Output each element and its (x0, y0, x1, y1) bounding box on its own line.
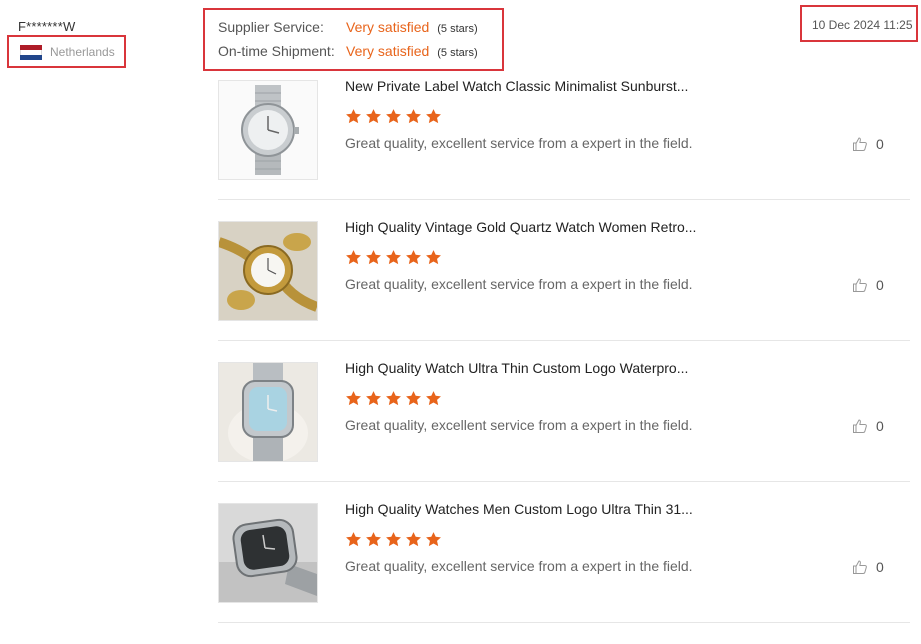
star-icon (406, 532, 421, 547)
product-review-row: High Quality Watch Ultra Thin Custom Log… (218, 360, 910, 503)
supplier-service-rating: Supplier Service: Very satisfied (5 stars) (218, 19, 478, 35)
reviewer-country: Netherlands (7, 35, 126, 68)
star-rating (345, 531, 442, 549)
product-title-link[interactable]: New Private Label Watch Classic Minimali… (345, 78, 688, 94)
star-icon (406, 250, 421, 265)
star-icon (426, 250, 441, 265)
star-icon (386, 250, 401, 265)
product-review-row: New Private Label Watch Classic Minimali… (218, 78, 910, 221)
rating-stars-text: (5 stars) (437, 23, 478, 35)
product-review-row: High Quality Watches Men Custom Logo Ult… (218, 501, 910, 644)
star-icon (386, 532, 401, 547)
star-icon (366, 109, 381, 124)
helpful-like-button[interactable]: 0 (852, 558, 884, 576)
silver-watch-image[interactable] (218, 80, 318, 180)
blue-dial-watch-image[interactable] (218, 362, 318, 462)
star-rating (345, 249, 442, 267)
reviewer-name: F*******W (18, 19, 76, 34)
star-icon (346, 109, 361, 124)
review-comment: Great quality, excellent service from a … (345, 558, 693, 574)
star-rating (345, 108, 442, 126)
product-title-link[interactable]: High Quality Vintage Gold Quartz Watch W… (345, 219, 696, 235)
helpful-like-button[interactable]: 0 (852, 276, 884, 294)
review-date: 10 Dec 2024 11:25 (800, 5, 918, 42)
rating-stars-text: (5 stars) (437, 47, 478, 59)
review-comment: Great quality, excellent service from a … (345, 417, 693, 433)
star-icon (366, 250, 381, 265)
gold-watch-image[interactable] (218, 221, 318, 321)
review-date-text: 10 Dec 2024 11:25 (812, 18, 913, 32)
thumbs-up-icon (853, 137, 867, 151)
rating-label: On-time Shipment: (218, 43, 335, 59)
row-divider (218, 481, 910, 482)
star-rating (345, 390, 442, 408)
thumbs-up-icon (853, 278, 867, 292)
star-icon (366, 532, 381, 547)
star-icon (426, 532, 441, 547)
row-divider (218, 199, 910, 200)
rating-value: Very satisfied (346, 19, 430, 35)
helpful-like-button[interactable]: 0 (852, 417, 884, 435)
like-count: 0 (876, 418, 884, 434)
black-dial-watch-image[interactable] (218, 503, 318, 603)
review-comment: Great quality, excellent service from a … (345, 135, 693, 151)
star-icon (346, 250, 361, 265)
thumbs-up-icon (853, 419, 867, 433)
star-icon (346, 391, 361, 406)
star-icon (386, 109, 401, 124)
rating-value: Very satisfied (346, 43, 430, 59)
star-icon (426, 109, 441, 124)
helpful-like-button[interactable]: 0 (852, 135, 884, 153)
like-count: 0 (876, 136, 884, 152)
review-comment: Great quality, excellent service from a … (345, 276, 693, 292)
row-divider (218, 340, 910, 341)
supplier-ratings: Supplier Service: Very satisfied (5 stars)… (203, 8, 504, 71)
like-count: 0 (876, 277, 884, 293)
row-divider (218, 622, 910, 623)
product-review-row: High Quality Vintage Gold Quartz Watch W… (218, 219, 910, 362)
star-icon (426, 391, 441, 406)
star-icon (406, 391, 421, 406)
star-icon (406, 109, 421, 124)
product-title-link[interactable]: High Quality Watches Men Custom Logo Ult… (345, 501, 693, 517)
thumbs-up-icon (853, 560, 867, 574)
star-icon (386, 391, 401, 406)
on-time-shipment-rating: On-time Shipment: Very satisfied (5 stars) (218, 43, 478, 59)
star-icon (346, 532, 361, 547)
star-icon (366, 391, 381, 406)
netherlands-flag-icon (20, 45, 42, 60)
product-title-link[interactable]: High Quality Watch Ultra Thin Custom Log… (345, 360, 688, 376)
like-count: 0 (876, 559, 884, 575)
rating-label: Supplier Service: (218, 19, 324, 35)
country-label: Netherlands (50, 45, 115, 59)
